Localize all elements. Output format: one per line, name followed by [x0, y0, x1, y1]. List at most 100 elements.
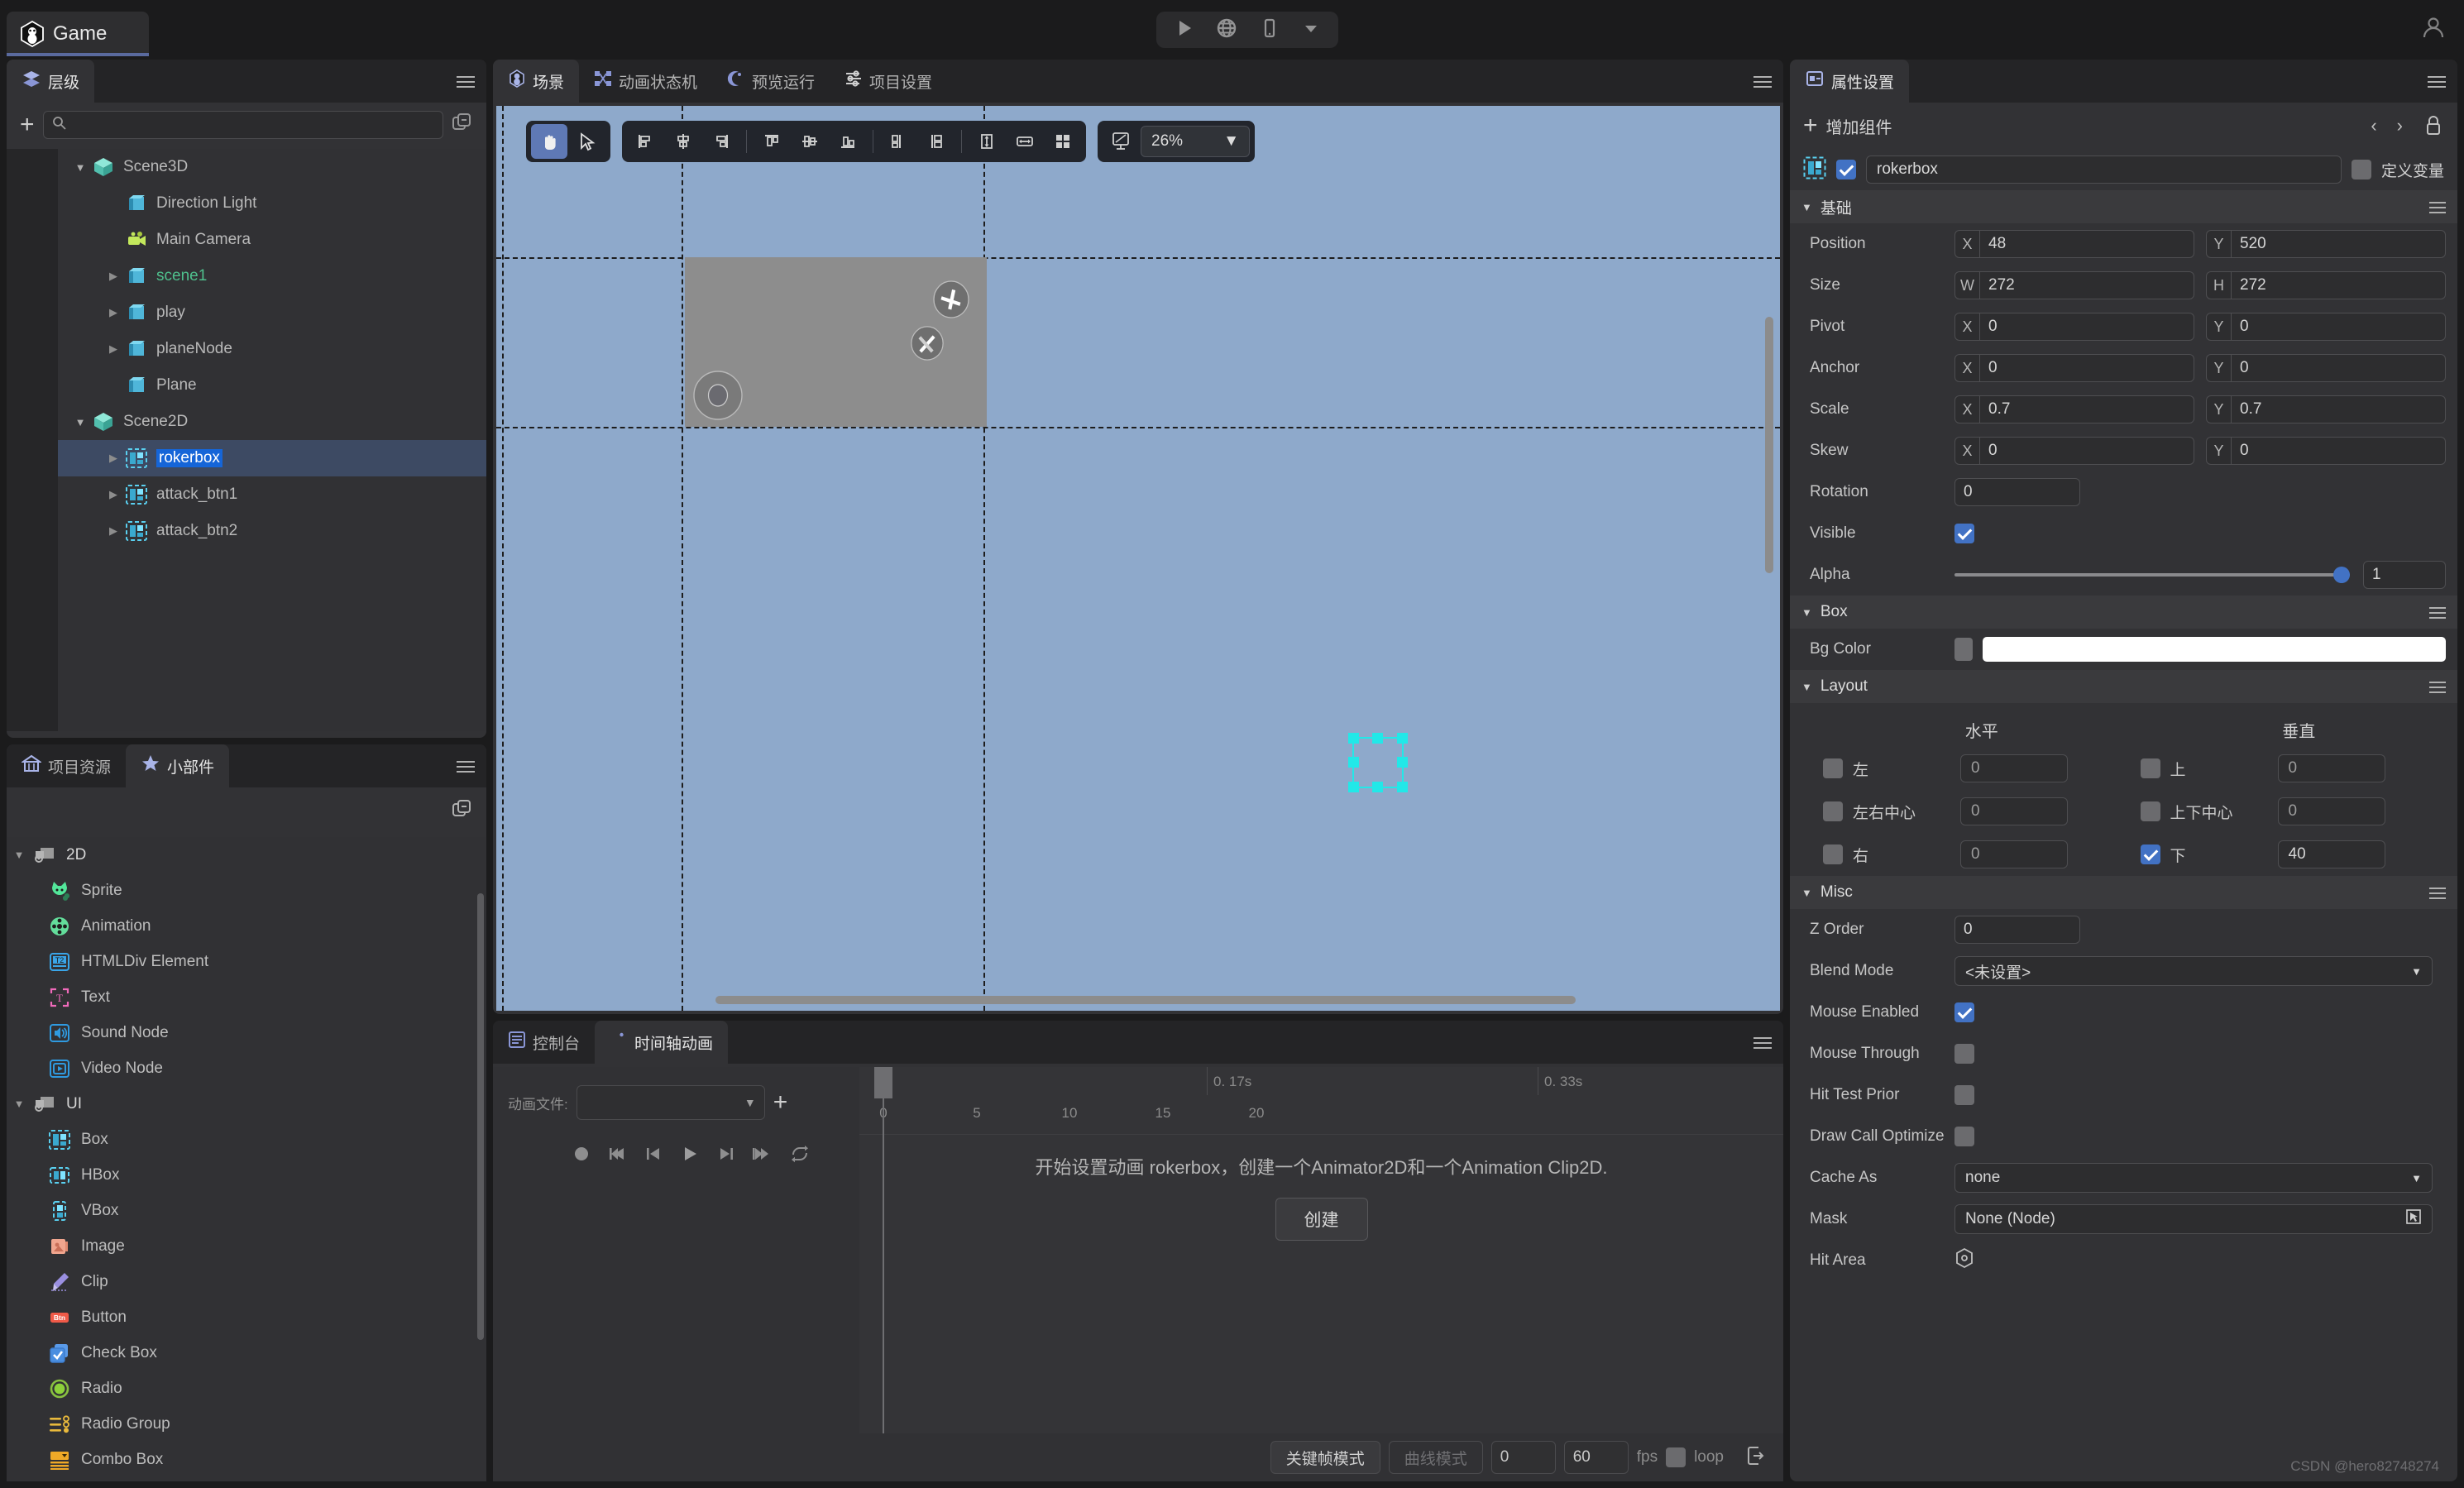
- widget-item-htmldiv-element[interactable]: T2 HTMLDiv Element: [7, 944, 486, 979]
- hierarchy-node-scene1[interactable]: ▶ scene1: [58, 258, 486, 294]
- layout-h-field[interactable]: 0: [1960, 797, 2068, 825]
- loop-checkbox[interactable]: [1666, 1447, 1687, 1467]
- node-enabled-checkbox[interactable]: [1836, 160, 1856, 179]
- layout-h-checkbox[interactable]: [1823, 801, 1843, 821]
- widget-item-text[interactable]: T Text: [7, 979, 486, 1015]
- section-basic[interactable]: ▼ 基础: [1790, 190, 2457, 223]
- curve-mode-button[interactable]: 曲线模式: [1388, 1441, 1483, 1474]
- tab-star[interactable]: 小部件: [126, 744, 230, 787]
- chevron-down-icon[interactable]: ▼: [1801, 887, 1812, 899]
- slider-knob[interactable]: [2333, 567, 2350, 583]
- section-menu-button[interactable]: [2429, 678, 2446, 696]
- align-middle-v-icon[interactable]: [792, 124, 828, 159]
- widget-item-video-node[interactable]: Video Node: [7, 1050, 486, 1086]
- scale-x-field[interactable]: X 0.7: [1954, 395, 2194, 423]
- visible-checkbox[interactable]: [1954, 524, 1974, 543]
- export-icon[interactable]: [1744, 1444, 1767, 1471]
- hit-area-hex-icon[interactable]: [1954, 1247, 1974, 1274]
- layout-h-field[interactable]: 0: [1960, 840, 2068, 868]
- hierarchy-node-scene2d[interactable]: ▼ Scene2D: [58, 404, 486, 440]
- tab-project-settings[interactable]: 项目设置: [830, 60, 947, 103]
- attack-button-2[interactable]: [909, 325, 945, 361]
- next-frame-icon[interactable]: [716, 1144, 736, 1168]
- define-variable-checkbox[interactable]: [2351, 160, 2371, 179]
- ratio-icon[interactable]: [1103, 124, 1139, 159]
- anim-file-select[interactable]: ▼: [576, 1085, 765, 1120]
- widget-group-2d[interactable]: ▼ 2D: [7, 837, 486, 873]
- draw-call-optimize-checkbox[interactable]: [1954, 1127, 1974, 1146]
- hierarchy-node-direction-light[interactable]: Direction Light: [58, 185, 486, 222]
- tab-preview-run[interactable]: 预览运行: [712, 60, 830, 103]
- mouse-through-checkbox[interactable]: [1954, 1044, 1974, 1064]
- zoom-select[interactable]: 26% ▼: [1141, 126, 1250, 157]
- chevron-right-icon[interactable]: ▶: [103, 342, 124, 356]
- chevron-right-icon[interactable]: ▶: [103, 270, 124, 283]
- section-box[interactable]: ▼ Box: [1790, 596, 2457, 629]
- fps-field[interactable]: 60: [1563, 1441, 1629, 1474]
- cache-as-select[interactable]: none ▼: [1954, 1163, 2433, 1193]
- section-menu-button[interactable]: [2429, 604, 2446, 622]
- assets-menu-button[interactable]: [457, 758, 475, 776]
- skew-x-field[interactable]: X0: [1954, 437, 2194, 465]
- hierarchy-node-plane[interactable]: Plane: [58, 367, 486, 404]
- section-layout[interactable]: ▼ Layout: [1790, 670, 2457, 703]
- layout-h-checkbox[interactable]: [1823, 844, 1843, 864]
- chevron-right-icon[interactable]: ▶: [103, 306, 124, 319]
- scale-y-field[interactable]: Y 0.7: [2206, 395, 2446, 423]
- hierarchy-node-attack-btn1[interactable]: ▶ attack_btn1: [58, 476, 486, 513]
- tab-hierarchy[interactable]: 层级: [7, 60, 95, 103]
- hierarchy-node-rokerbox[interactable]: ▶ rokerbox: [58, 440, 486, 476]
- size-x-field[interactable]: W 272: [1954, 271, 2194, 299]
- layout-v-field[interactable]: 0: [2277, 754, 2385, 782]
- selection-gizmo[interactable]: [1348, 733, 1408, 792]
- section-menu-button[interactable]: [2429, 199, 2446, 217]
- chevron-right-icon[interactable]: ▶: [103, 524, 124, 538]
- start-frame-field[interactable]: 0: [1490, 1441, 1556, 1474]
- align-bottom-icon[interactable]: [830, 124, 866, 159]
- rotation-field[interactable]: 0: [1954, 478, 2080, 506]
- stretch-h-icon[interactable]: [1007, 124, 1043, 159]
- record-icon[interactable]: [572, 1145, 591, 1167]
- hand-icon[interactable]: [531, 124, 567, 159]
- mask-picker[interactable]: None (Node): [1954, 1204, 2433, 1234]
- search-input[interactable]: [72, 117, 434, 132]
- widget-item-button[interactable]: Btn Button: [7, 1299, 486, 1335]
- widget-item-image[interactable]: Image: [7, 1228, 486, 1264]
- layout-h-field[interactable]: 0: [1960, 754, 2068, 782]
- chevron-down-icon[interactable]: ▼: [7, 849, 31, 861]
- chevron-down-icon[interactable]: [1301, 18, 1321, 42]
- nav-next-button[interactable]: ›: [2397, 115, 2403, 136]
- gizmo-handle-br[interactable]: [1397, 782, 1408, 792]
- chevron-down-icon[interactable]: ▼: [1801, 606, 1812, 619]
- chevron-down-icon[interactable]: ▼: [7, 1098, 31, 1110]
- widget-item-hbox[interactable]: HBox: [7, 1157, 486, 1193]
- lock-icon[interactable]: [2423, 113, 2444, 141]
- tab-scene[interactable]: 场景: [493, 60, 580, 103]
- layout-v-checkbox[interactable]: [2140, 758, 2160, 778]
- widget-item-sound-node[interactable]: Sound Node: [7, 1015, 486, 1050]
- section-menu-button[interactable]: [2429, 884, 2446, 902]
- gizmo-handle-bl[interactable]: [1348, 782, 1359, 792]
- nav-prev-button[interactable]: ‹: [2371, 115, 2376, 136]
- widget-item-vbox[interactable]: VBox: [7, 1193, 486, 1228]
- hierarchy-tree[interactable]: ▼ Scene3D Direction Light Main Camera ▶ scene…: [58, 149, 486, 731]
- gizmo-handle-ml[interactable]: [1348, 757, 1359, 768]
- position-y-field[interactable]: Y 520: [2206, 230, 2446, 258]
- distribute-h-icon[interactable]: [880, 124, 916, 159]
- grid-icon[interactable]: [1045, 124, 1081, 159]
- anchor-x-field[interactable]: X0: [1954, 354, 2194, 382]
- z-order-field[interactable]: 0: [1954, 916, 2080, 944]
- cursor-icon[interactable]: [569, 124, 605, 159]
- hit-test-prior-checkbox[interactable]: [1954, 1085, 1974, 1105]
- app-tab-game[interactable]: Game: [7, 12, 149, 56]
- scene-viewport[interactable]: 26% ▼: [496, 106, 1780, 1011]
- loop-icon[interactable]: [789, 1143, 811, 1169]
- properties-menu-button[interactable]: [2428, 73, 2446, 91]
- tab-state-machine[interactable]: 动画状态机: [579, 60, 712, 103]
- widget-list-scrollbar[interactable]: [477, 893, 484, 1340]
- gizmo-handle-tc[interactable]: [1372, 733, 1383, 744]
- skip-start-icon[interactable]: [607, 1144, 627, 1168]
- node-name-input[interactable]: rokerbox: [1866, 155, 2342, 184]
- widget-item-radio[interactable]: Radio: [7, 1371, 486, 1406]
- hierarchy-node-main-camera[interactable]: Main Camera: [58, 222, 486, 258]
